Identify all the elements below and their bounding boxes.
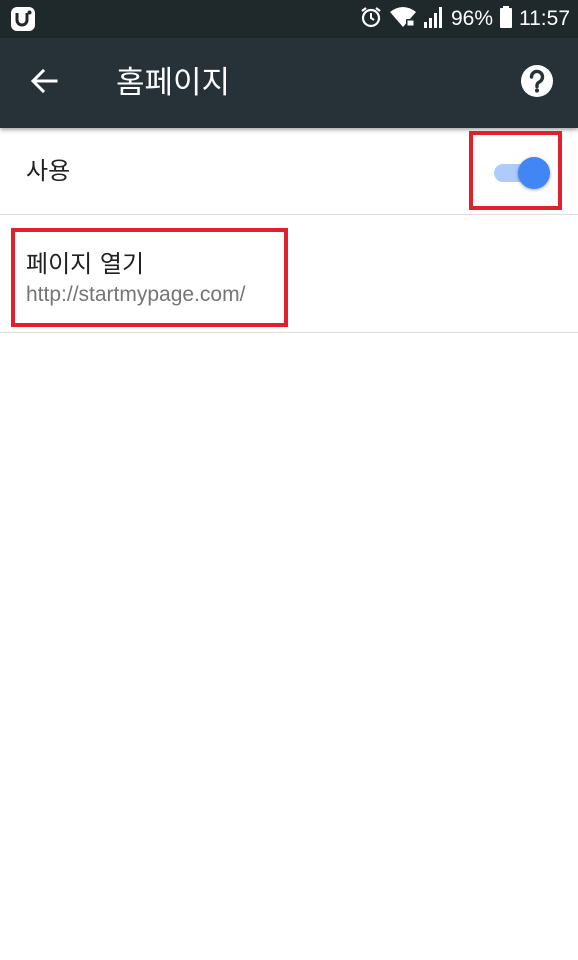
alarm-icon [359,5,383,33]
open-page-setting-row[interactable]: 페이지 열기 http://startmypage.com/ [0,215,578,333]
battery-icon [499,5,513,33]
clock: 11:57 [519,7,570,30]
switch-thumb [518,157,550,189]
wifi-icon [389,5,417,33]
page-title: 홈페이지 [116,65,231,101]
help-icon [520,64,554,102]
arrow-back-icon [30,67,58,99]
use-toggle-switch[interactable] [494,157,550,189]
signal-icon [423,5,445,33]
open-page-title: 페이지 열기 [26,250,145,278]
homepage-settings-screen: 96% 11:57 홈페이지 사용 페이지 열기 http://startmyp… [0,0,578,960]
open-page-url: http://startmypage.com/ [26,283,246,306]
uplus-icon [10,6,36,32]
use-setting-row[interactable]: 사용 [0,128,578,215]
app-toolbar: 홈페이지 [0,38,578,128]
back-button[interactable] [20,59,68,107]
battery-percent: 96% [450,7,493,30]
help-button[interactable] [514,60,560,106]
status-icons: 96% 11:57 [353,0,570,38]
use-setting-label: 사용 [26,157,71,185]
status-bar: 96% 11:57 [0,0,578,38]
